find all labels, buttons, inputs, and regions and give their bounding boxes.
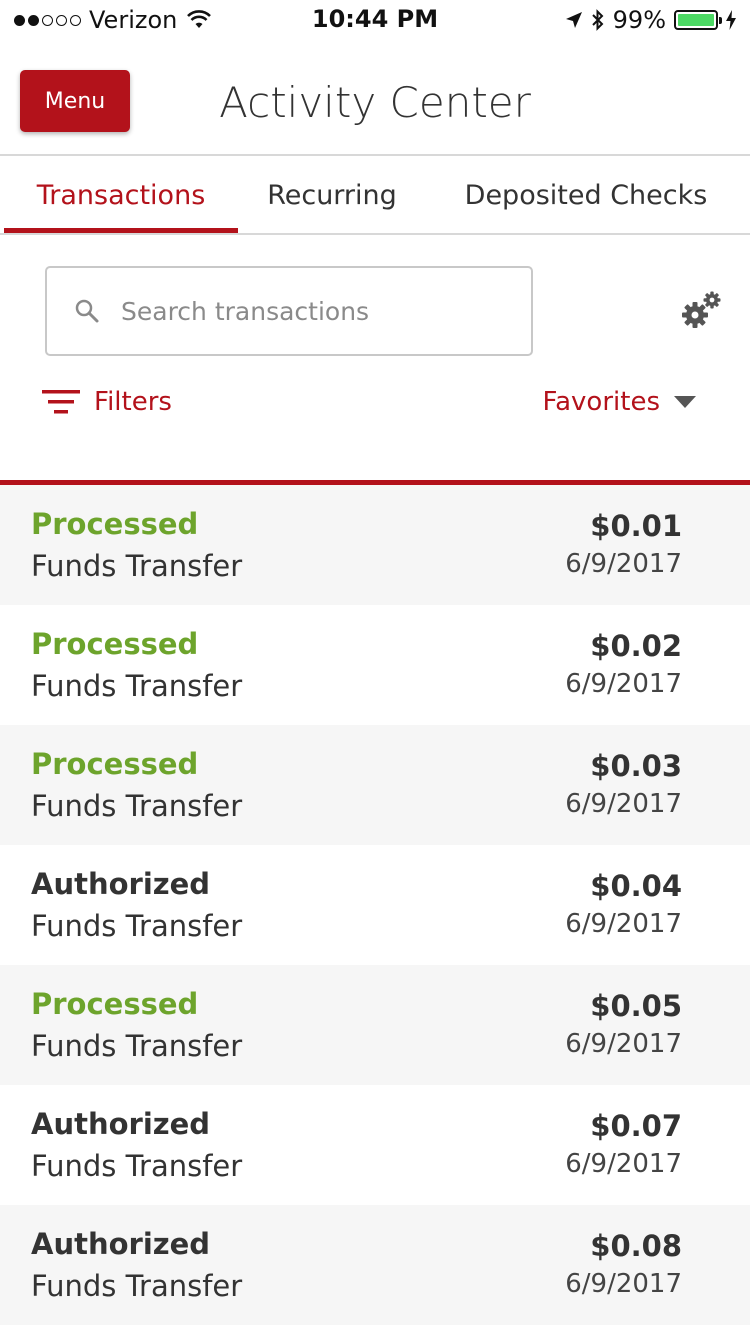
transaction-date: 6/9/2017 xyxy=(565,1149,682,1179)
tab-recurring[interactable]: Recurring xyxy=(238,156,426,234)
transaction-row[interactable]: Authorized Funds Transfer $0.07 6/9/2017 xyxy=(0,1085,750,1205)
transaction-date: 6/9/2017 xyxy=(565,909,682,939)
transaction-status: Processed xyxy=(31,627,199,661)
search-icon xyxy=(75,299,99,323)
transaction-status: Authorized xyxy=(31,867,211,901)
filter-icon xyxy=(42,390,80,414)
search-input[interactable] xyxy=(119,295,503,327)
status-bar: Verizon 10:44 PM 99% xyxy=(0,0,750,40)
battery-cap xyxy=(719,17,722,24)
transaction-row[interactable]: Processed Funds Transfer $0.05 6/9/2017 xyxy=(0,965,750,1085)
transaction-amount: $0.05 xyxy=(590,989,682,1023)
transaction-description: Funds Transfer xyxy=(31,1029,243,1063)
transaction-date: 6/9/2017 xyxy=(565,1029,682,1059)
transaction-date: 6/9/2017 xyxy=(565,669,682,699)
transaction-date: 6/9/2017 xyxy=(565,549,682,579)
transaction-row[interactable]: Processed Funds Transfer $0.02 6/9/2017 xyxy=(0,605,750,725)
chevron-down-icon xyxy=(674,396,696,408)
transaction-row[interactable]: Authorized Funds Transfer $0.08 6/9/2017 xyxy=(0,1205,750,1325)
transaction-date: 6/9/2017 xyxy=(565,789,682,819)
filters-button[interactable]: Filters xyxy=(42,382,172,422)
location-arrow-icon xyxy=(565,12,582,28)
bluetooth-icon xyxy=(591,9,604,31)
transaction-description: Funds Transfer xyxy=(31,1149,243,1183)
transaction-status: Processed xyxy=(31,747,199,781)
transaction-amount: $0.04 xyxy=(590,869,682,903)
transaction-row[interactable]: Processed Funds Transfer $0.01 6/9/2017 xyxy=(0,485,750,605)
search-box[interactable] xyxy=(45,266,533,356)
transaction-amount: $0.03 xyxy=(590,749,682,783)
favorites-label: Favorites xyxy=(542,387,660,417)
transaction-row[interactable]: Processed Funds Transfer $0.03 6/9/2017 xyxy=(0,725,750,845)
transaction-date: 6/9/2017 xyxy=(565,1269,682,1299)
charging-icon xyxy=(726,10,736,30)
transaction-amount: $0.07 xyxy=(590,1109,682,1143)
page-title: Activity Center xyxy=(219,78,531,127)
tabs-divider xyxy=(0,233,750,235)
transaction-description: Funds Transfer xyxy=(31,669,243,703)
transaction-amount: $0.02 xyxy=(590,629,682,663)
tab-bar: Transactions Recurring Deposited Checks xyxy=(0,156,750,234)
transaction-description: Funds Transfer xyxy=(31,909,243,943)
filters-label: Filters xyxy=(94,387,172,417)
transaction-status: Processed xyxy=(31,987,199,1021)
transaction-status: Authorized xyxy=(31,1227,211,1261)
app-header: Menu Activity Center xyxy=(0,40,750,155)
transaction-description: Funds Transfer xyxy=(31,789,243,823)
transaction-description: Funds Transfer xyxy=(31,1269,243,1303)
transaction-amount: $0.01 xyxy=(590,509,682,543)
settings-gears-icon[interactable] xyxy=(680,290,724,330)
battery-percent: 99% xyxy=(612,6,666,34)
tab-transactions[interactable]: Transactions xyxy=(4,156,238,234)
favorites-dropdown[interactable]: Favorites xyxy=(543,382,696,422)
transaction-row[interactable]: Authorized Funds Transfer $0.04 6/9/2017 xyxy=(0,845,750,965)
transaction-description: Funds Transfer xyxy=(31,549,243,583)
transaction-list: Processed Funds Transfer $0.01 6/9/2017 … xyxy=(0,485,750,1325)
transaction-amount: $0.08 xyxy=(590,1229,682,1263)
status-right: 99% xyxy=(565,6,736,34)
battery-fill xyxy=(678,14,714,26)
transaction-status: Authorized xyxy=(31,1107,211,1141)
transaction-status: Processed xyxy=(31,507,199,541)
battery-icon xyxy=(674,10,722,30)
tab-deposited-checks[interactable]: Deposited Checks xyxy=(426,156,746,234)
